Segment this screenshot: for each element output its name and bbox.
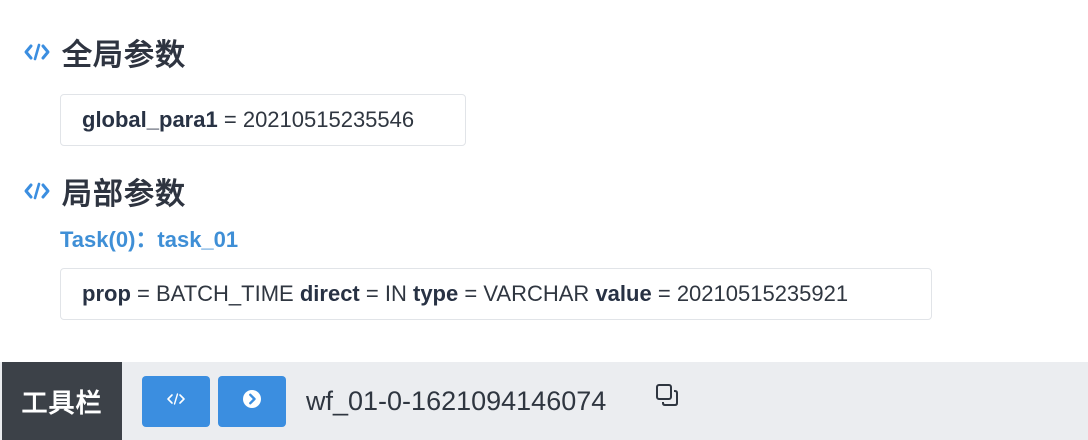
code-icon [24,181,52,201]
equals-sign: = [464,281,478,306]
code-icon [166,392,186,411]
local-params-heading: 局部参数 [24,169,186,213]
equals-sign: = [657,281,671,306]
local-params-title: 局部参数 [62,177,186,212]
prop-key: prop [82,281,131,306]
prop-value: BATCH_TIME [156,281,294,306]
global-param-item: global_para1 = 20210515235546 [60,94,466,146]
chevron-right-circle-icon [242,389,262,414]
param-name: global_para1 [82,107,218,132]
copy-icon[interactable] [654,382,680,408]
equals-sign: = [223,107,237,132]
type-value: VARCHAR [483,281,590,306]
workflow-instance-id: wf_01-0-1621094146074 [306,386,607,416]
value-value: 20210515235921 [676,281,849,306]
view-params-button[interactable] [142,376,210,427]
param-value: 20210515235546 [242,107,415,132]
type-key: type [413,281,459,306]
global-params-title: 全局参数 [62,38,186,73]
value-key: value [595,281,652,306]
local-param-item: prop = BATCH_TIME direct = IN type = VAR… [60,268,932,320]
run-button[interactable] [218,376,286,427]
toolbar: 工具栏 wf_01-0-1621094146074 [0,362,1088,440]
equals-sign: = [137,281,150,306]
global-params-heading: 全局参数 [24,30,186,74]
code-icon [24,42,52,62]
direct-value: IN [384,281,407,306]
equals-sign: = [365,281,379,306]
direct-key: direct [299,281,360,306]
toolbar-title: 工具栏 [2,362,122,440]
task-label: Task(0)：task_01 [60,227,239,252]
